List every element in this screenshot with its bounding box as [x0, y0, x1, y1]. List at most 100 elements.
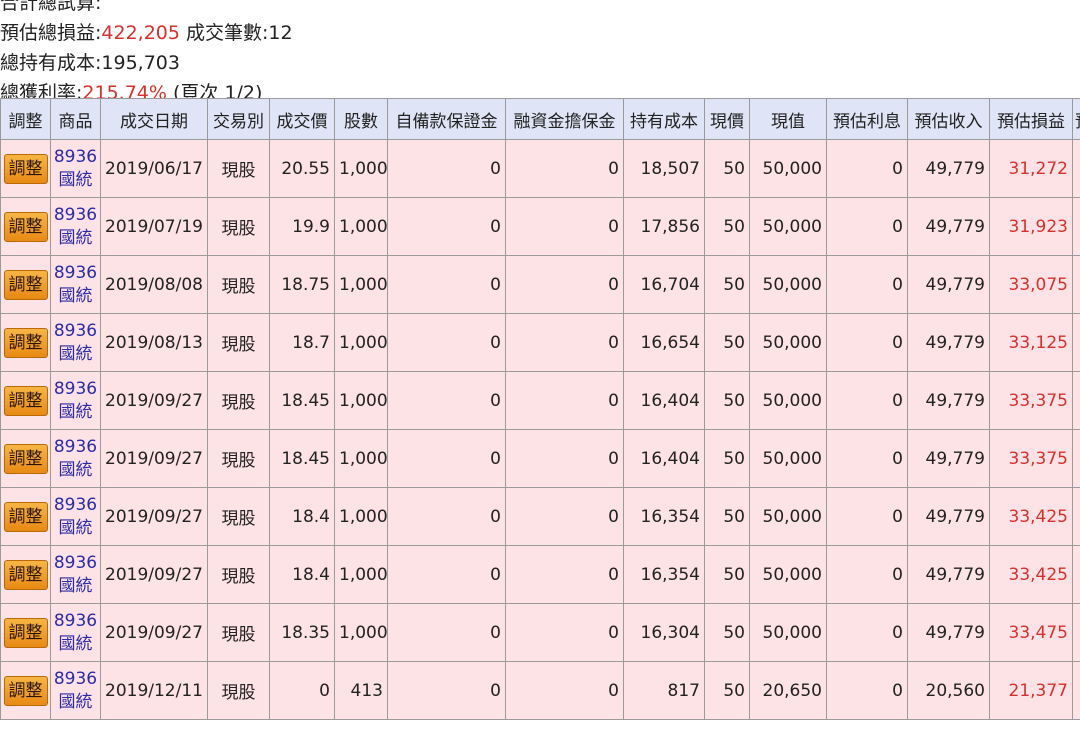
shares-cell: 1,000	[334, 371, 388, 430]
truncated-cell	[1072, 487, 1080, 546]
table-row: 調整 8936 國統 2019/07/19 現股 19.9 1,000 0 0 17,856 50 5…	[0, 197, 1080, 256]
current-value-cell: 50,000	[749, 371, 827, 430]
adjust-button[interactable]: 調整	[3, 559, 48, 590]
price-cell: 20.55	[269, 139, 335, 198]
est-total-pnl-label: 預估總損益:	[0, 22, 102, 44]
summary-header-partial: 合計總試算:	[0, 0, 102, 14]
price-cell: 18.35	[269, 603, 335, 662]
price-cell: 18.45	[269, 371, 335, 430]
trade-date-cell: 2019/08/08	[100, 255, 208, 314]
current-price-cell: 50	[704, 371, 750, 430]
est-total-pnl-value: 422,205	[101, 22, 180, 44]
current-price-cell: 50	[704, 139, 750, 198]
adjust-button[interactable]: 調整	[3, 327, 48, 358]
holding-cost-cell: 16,354	[623, 487, 705, 546]
product-name-link[interactable]: 國統	[52, 459, 100, 482]
col-header-est-interest: 預估利息	[826, 98, 908, 140]
product-name-link[interactable]: 國統	[52, 401, 100, 424]
shares-cell: 1,000	[334, 313, 388, 372]
product-code-link[interactable]: 8936	[52, 378, 100, 401]
current-price-cell: 50	[704, 255, 750, 314]
est-interest-cell: 0	[826, 371, 908, 430]
shares-cell: 1,000	[334, 545, 388, 604]
product-cell: 8936 國統	[50, 197, 101, 256]
product-name-link[interactable]: 國統	[52, 169, 100, 192]
holding-cost-cell: 16,404	[623, 371, 705, 430]
est-interest-cell: 0	[826, 487, 908, 546]
shares-cell: 1,000	[334, 603, 388, 662]
trade-date-cell: 2019/12/11	[100, 661, 208, 720]
adjust-cell: 調整	[0, 545, 51, 604]
margin-collateral-cell: 0	[505, 487, 624, 546]
adjust-button[interactable]: 調整	[3, 153, 48, 184]
trade-type-cell: 現股	[207, 487, 270, 546]
own-funds-cell: 0	[387, 603, 506, 662]
col-header-trade-date: 成交日期	[100, 98, 208, 140]
table-row: 調整 8936 國統 2019/08/13 現股 18.7 1,000 0 0 16,654 50 5…	[0, 313, 1080, 372]
trade-date-cell: 2019/06/17	[100, 139, 208, 198]
product-name-link[interactable]: 國統	[52, 517, 100, 540]
current-value-cell: 50,000	[749, 197, 827, 256]
product-code-link[interactable]: 8936	[52, 552, 100, 575]
adjust-button[interactable]: 調整	[3, 501, 48, 532]
holding-cost-cell: 16,304	[623, 603, 705, 662]
adjust-button[interactable]: 調整	[3, 269, 48, 300]
trade-date-cell: 2019/09/27	[100, 487, 208, 546]
table-row: 調整 8936 國統 2019/08/08 現股 18.75 1,000 0 0 16,704 50…	[0, 255, 1080, 314]
trade-type-cell: 現股	[207, 603, 270, 662]
adjust-button[interactable]: 調整	[3, 211, 48, 242]
own-funds-cell: 0	[387, 371, 506, 430]
adjust-button[interactable]: 調整	[3, 443, 48, 474]
est-pnl-cell: 31,923	[989, 197, 1073, 256]
est-interest-cell: 0	[826, 603, 908, 662]
est-interest-cell: 0	[826, 313, 908, 372]
trade-date-cell: 2019/09/27	[100, 545, 208, 604]
est-income-cell: 49,779	[907, 545, 990, 604]
product-cell: 8936 國統	[50, 487, 101, 546]
product-name-link[interactable]: 國統	[52, 343, 100, 366]
adjust-button[interactable]: 調整	[3, 675, 48, 706]
holding-cost-cell: 18,507	[623, 139, 705, 198]
trades-table-wrapper[interactable]: 調整 商品 成交日期 交易別 成交價 股數 自備款保證金 融資金擔保金 持有成本…	[0, 98, 1080, 733]
product-code-link[interactable]: 8936	[52, 320, 100, 343]
adjust-cell: 調整	[0, 487, 51, 546]
est-pnl-cell: 33,375	[989, 429, 1073, 488]
est-interest-cell: 0	[826, 661, 908, 720]
shares-cell: 1,000	[334, 429, 388, 488]
adjust-button[interactable]: 調整	[3, 617, 48, 648]
product-name-link[interactable]: 國統	[52, 691, 100, 714]
product-name-link[interactable]: 國統	[52, 633, 100, 656]
adjust-cell: 調整	[0, 139, 51, 198]
own-funds-cell: 0	[387, 661, 506, 720]
product-name-link[interactable]: 國統	[52, 575, 100, 598]
col-header-est-income: 預估收入	[907, 98, 990, 140]
col-header-holding-cost: 持有成本	[623, 98, 705, 140]
truncated-cell	[1072, 661, 1080, 720]
table-row: 調整 8936 國統 2019/09/27 現股 18.45 1,000 0 0 16,404 50…	[0, 371, 1080, 430]
product-code-link[interactable]: 8936	[52, 436, 100, 459]
product-name-link[interactable]: 國統	[52, 227, 100, 250]
current-value-cell: 50,000	[749, 603, 827, 662]
est-income-cell: 49,779	[907, 371, 990, 430]
current-price-cell: 50	[704, 545, 750, 604]
price-cell: 18.4	[269, 545, 335, 604]
adjust-button[interactable]: 調整	[3, 385, 48, 416]
col-header-est-pnl: 預估損益	[989, 98, 1073, 140]
est-interest-cell: 0	[826, 197, 908, 256]
table-header-row: 調整 商品 成交日期 交易別 成交價 股數 自備款保證金 融資金擔保金 持有成本…	[0, 98, 1080, 140]
trade-type-cell: 現股	[207, 197, 270, 256]
product-code-link[interactable]: 8936	[52, 262, 100, 285]
product-code-link[interactable]: 8936	[52, 204, 100, 227]
product-code-link[interactable]: 8936	[52, 494, 100, 517]
price-cell: 18.7	[269, 313, 335, 372]
holding-cost-cell: 16,654	[623, 313, 705, 372]
product-code-link[interactable]: 8936	[52, 610, 100, 633]
product-code-link[interactable]: 8936	[52, 668, 100, 691]
product-name-link[interactable]: 國統	[52, 285, 100, 308]
col-header-adjust: 調整	[0, 98, 51, 140]
product-code-link[interactable]: 8936	[52, 146, 100, 169]
current-value-cell: 50,000	[749, 545, 827, 604]
truncated-cell	[1072, 255, 1080, 314]
trade-date-cell: 2019/09/27	[100, 371, 208, 430]
product-cell: 8936 國統	[50, 603, 101, 662]
